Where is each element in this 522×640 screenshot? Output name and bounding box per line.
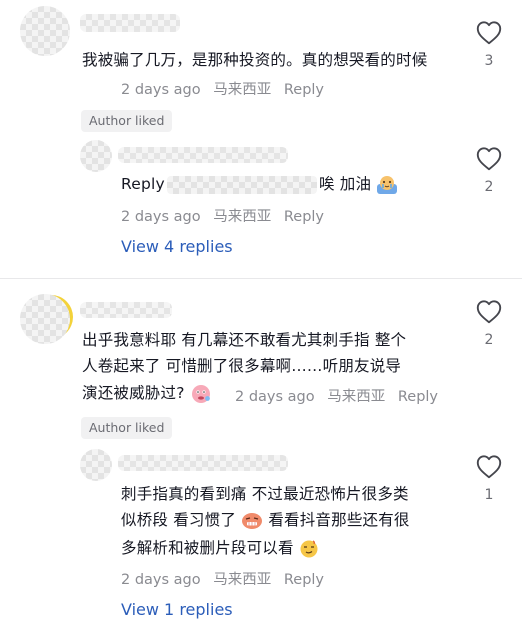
like-button[interactable]: 2 <box>474 298 504 348</box>
mention-redacted[interactable] <box>166 175 317 194</box>
thinking-face-emoji-icon <box>191 384 210 403</box>
heart-outline-icon <box>476 147 502 171</box>
author-liked-badge: Author liked <box>81 417 173 439</box>
username-redacted[interactable] <box>80 14 180 32</box>
like-count: 1 <box>484 487 494 503</box>
view-replies-link[interactable]: View 1 replies <box>121 600 233 619</box>
reply-text-line3: 多解析和被删片段可以看 <box>121 535 319 561</box>
reply-button[interactable]: Reply <box>284 572 324 588</box>
heart-outline-icon <box>476 300 502 324</box>
heart-outline-icon <box>476 21 502 45</box>
comment-time: 2 days ago <box>121 82 201 98</box>
grimace-emoji-icon <box>242 512 263 529</box>
avatar[interactable] <box>80 140 112 172</box>
avatar[interactable] <box>20 6 70 56</box>
reply-button[interactable]: Reply <box>284 82 324 98</box>
like-button[interactable]: 3 <box>474 19 504 69</box>
reply-prefix[interactable]: Reply <box>121 175 165 193</box>
reply-text: 刺手指真的看到痛 不过最近恐怖片很多类 <box>121 485 409 503</box>
reply-button[interactable]: Reply <box>398 389 438 405</box>
author-liked-badge: Author liked <box>81 110 173 132</box>
reply-meta: 2 days ago 马来西亚 Reply <box>121 572 325 588</box>
comment-text-last-line: 演还被威胁过? <box>82 380 212 406</box>
crying-cheer-emoji-icon <box>377 175 398 194</box>
like-count: 2 <box>484 179 494 195</box>
like-count: 2 <box>484 332 494 348</box>
like-button[interactable]: 2 <box>474 145 504 195</box>
divider <box>0 278 522 279</box>
like-count: 3 <box>484 53 494 69</box>
reply-text-line2: 似桥段 看习惯了 看看抖音那些还有很 <box>121 511 410 529</box>
comment-text: 我被骗了几万，是那种投资的。真的想哭看的时候 <box>82 51 428 69</box>
username-redacted[interactable] <box>118 455 288 471</box>
username-redacted[interactable] <box>80 302 172 318</box>
comment-meta: 2 days ago 马来西亚 Reply <box>235 389 439 405</box>
comment-text: 出乎我意料耶 有几幕还不敢看尤其刺手指 整个 人卷起来了 可惜删了很多幕啊……听… <box>82 331 407 375</box>
smirk-face-emoji-icon <box>300 539 318 557</box>
like-button[interactable]: 1 <box>474 453 504 503</box>
reply-button[interactable]: Reply <box>284 209 324 225</box>
username-redacted[interactable] <box>118 147 288 163</box>
avatar[interactable] <box>80 449 112 481</box>
reply-meta: 2 days ago 马来西亚 Reply <box>121 209 325 225</box>
comment-meta: 2 days ago 马来西亚 Reply <box>121 78 332 99</box>
view-replies-link[interactable]: View 4 replies <box>121 237 233 256</box>
comment-region: 马来西亚 <box>213 82 272 98</box>
heart-outline-icon <box>476 455 502 479</box>
avatar[interactable] <box>20 294 70 344</box>
reply-text: Reply 唉 加油 <box>121 171 451 197</box>
